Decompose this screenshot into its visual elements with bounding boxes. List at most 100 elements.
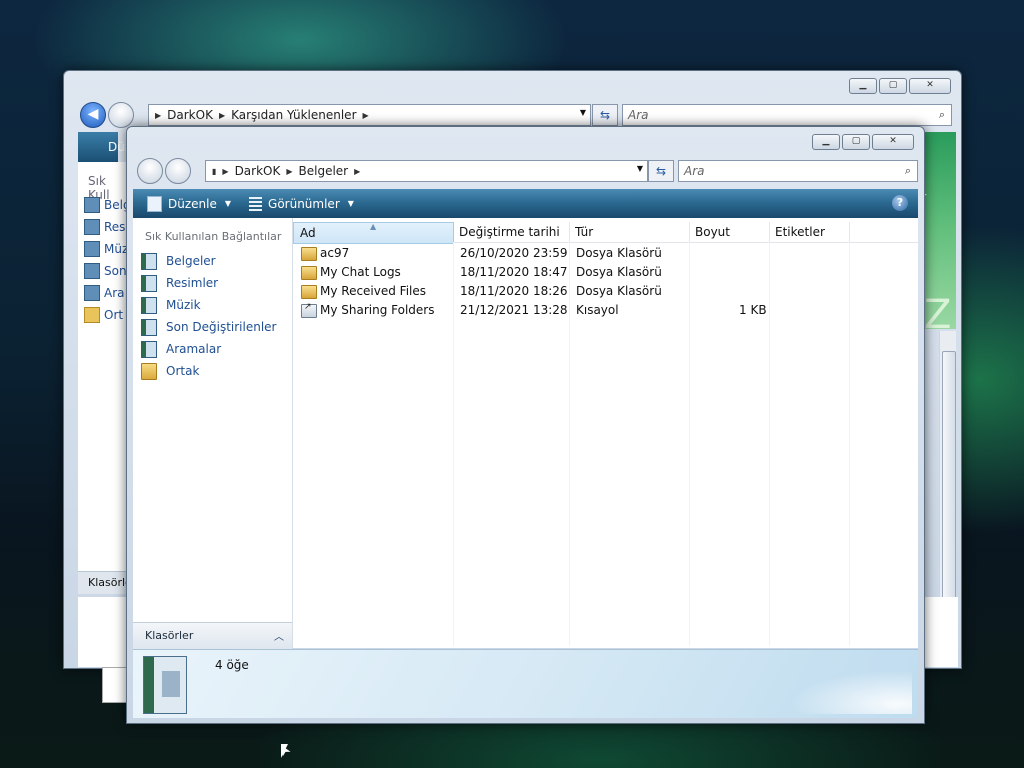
views-icon (249, 196, 263, 211)
music-icon (141, 296, 157, 314)
back-button[interactable] (137, 158, 163, 184)
breadcrumb-documents[interactable]: Belgeler (299, 164, 349, 178)
nav-item-label: Ortak (166, 364, 200, 378)
bg-nav-item-documents[interactable]: Belg (84, 197, 126, 213)
folder-icon (84, 307, 100, 323)
bg-minimize-button[interactable]: ▁ (849, 78, 877, 94)
bg-nav-label: Ort (104, 308, 124, 322)
bg-scrollbar-thumb[interactable] (942, 351, 956, 603)
file-list[interactable]: ▲ Ad Değiştirme tarihi Tür Boyut Etiketle… (293, 218, 918, 648)
close-button[interactable]: ✕ (872, 134, 914, 150)
searches-icon (141, 340, 157, 358)
file-size: 1 KB (739, 303, 767, 317)
column-header-row: ▲ Ad Değiştirme tarihi Tür Boyut Etiketle… (293, 222, 918, 244)
searches-icon (84, 285, 100, 301)
search-icon[interactable]: ⌕ (905, 164, 911, 178)
file-type: Dosya Klasörü (576, 284, 662, 298)
file-modified: 21/12/2021 13:28 (460, 303, 568, 317)
column-type[interactable]: Tür (569, 222, 690, 242)
bg-breadcrumb-darkok[interactable]: DarkOK (167, 108, 213, 122)
folders-toggle[interactable]: Klasörler ︿ (133, 622, 292, 649)
nav-item-label: Aramalar (166, 342, 222, 356)
details-pane: 4 öğe (133, 649, 918, 718)
bg-nav-item-public[interactable]: Ort (84, 307, 126, 323)
command-bar: Düzenle ▼ Görünümler ▼ ? (133, 189, 918, 218)
maximize-button[interactable]: ▢ (842, 134, 870, 150)
bg-back-button[interactable]: ◀ (80, 102, 106, 128)
column-name-label: Ad (300, 226, 316, 240)
explorer-window[interactable]: ▁ ▢ ✕ ▮ ▶ DarkOK ▶ Belgeler ▶ ▼ ⇆ Ara ⌕ … (126, 126, 925, 724)
nav-item-recent[interactable]: Son Değiştirilenler (141, 318, 276, 336)
bg-refresh-button[interactable]: ⇆ (592, 104, 618, 126)
favorite-links-header: Sık Kullanılan Bağlantılar (145, 230, 282, 243)
breadcrumb-separator-icon: ▶ (222, 166, 229, 176)
chevron-down-icon: ▼ (347, 199, 354, 208)
address-bar[interactable]: ▮ ▶ DarkOK ▶ Belgeler ▶ ▼ (205, 160, 648, 182)
bg-nav-label: Müz (104, 242, 126, 256)
column-size[interactable]: Boyut (689, 222, 770, 242)
organize-button[interactable]: Düzenle ▼ (143, 193, 235, 215)
bg-navigation-pane: Sık Kull Belg Res Müz Son Ara Ort (78, 162, 126, 592)
breadcrumb-separator-icon: ▶ (354, 166, 361, 176)
chevron-up-icon[interactable]: ︿ (274, 628, 284, 643)
shortcut-icon (301, 302, 317, 318)
nav-item-music[interactable]: Müzik (141, 296, 201, 314)
bg-nav-item-searches[interactable]: Ara (84, 285, 126, 301)
column-size-label: Boyut (695, 225, 730, 239)
file-row[interactable]: ac97 26/10/2020 23:59 Dosya Klasörü (293, 244, 918, 263)
documents-icon (141, 252, 157, 270)
breadcrumb-separator-icon: ▶ (218, 110, 226, 120)
breadcrumb-darkok[interactable]: DarkOK (235, 164, 281, 178)
column-tags[interactable]: Etiketler (769, 222, 850, 242)
nav-item-label: Belgeler (166, 254, 216, 268)
search-icon[interactable]: ⌕ (939, 108, 945, 122)
nav-item-documents[interactable]: Belgeler (141, 252, 216, 270)
bg-nav-item-music[interactable]: Müz (84, 241, 126, 257)
bg-maximize-button[interactable]: ▢ (879, 78, 907, 94)
music-icon (84, 241, 100, 257)
nav-item-pictures[interactable]: Resimler (141, 274, 218, 292)
forward-button[interactable] (165, 158, 191, 184)
folders-label: Klasörler (145, 629, 194, 642)
bg-forward-button[interactable] (108, 102, 134, 128)
bg-vertical-scrollbar[interactable] (939, 331, 956, 637)
column-modified[interactable]: Değiştirme tarihi (453, 222, 570, 242)
organize-label: Düzenle (168, 196, 217, 211)
bg-close-button[interactable]: ✕ (909, 78, 951, 94)
recent-icon (84, 263, 100, 279)
bg-nav-item-pictures[interactable]: Res (84, 219, 126, 235)
minimize-button[interactable]: ▁ (812, 134, 840, 150)
bg-breadcrumb-downloads[interactable]: Karşıdan Yüklenenler (231, 108, 356, 122)
file-modified: 26/10/2020 23:59 (460, 246, 568, 260)
bg-folders-toggle[interactable]: Klasörle (78, 571, 132, 594)
nav-item-public[interactable]: Ortak (141, 362, 199, 380)
chevron-down-icon[interactable]: ▼ (580, 108, 586, 117)
bg-nav-label: Res (104, 220, 126, 234)
file-name: ac97 (320, 246, 350, 260)
bg-toolbar: Düz (78, 132, 131, 162)
views-button[interactable]: Görünümler ▼ (245, 193, 358, 215)
bg-address-bar[interactable]: ▶ DarkOK ▶ Karşıdan Yüklenenler ▶ ▼ (148, 104, 591, 126)
caption-buttons: ▁ ▢ ✕ (812, 134, 914, 150)
bg-search-placeholder: Ara (628, 108, 649, 122)
pictures-icon (141, 274, 157, 292)
bg-nav-item-recent[interactable]: Son (84, 263, 126, 279)
bg-nav-label: Ara (104, 286, 125, 300)
folder-icon: ▮ (212, 166, 217, 176)
folder-icon (301, 266, 317, 280)
search-input[interactable]: Ara ⌕ (678, 160, 918, 182)
chevron-down-icon[interactable]: ▼ (637, 164, 643, 173)
file-name: My Sharing Folders (320, 303, 435, 317)
refresh-button[interactable]: ⇆ (648, 160, 674, 182)
file-row[interactable]: My Chat Logs 18/11/2020 18:47 Dosya Klas… (293, 263, 918, 282)
file-row[interactable]: My Received Files 18/11/2020 18:26 Dosya… (293, 282, 918, 301)
bg-search-input[interactable]: Ara ⌕ (622, 104, 952, 126)
refresh-icon: ⇆ (599, 108, 611, 122)
nav-item-searches[interactable]: Aramalar (141, 340, 221, 358)
folder-icon (301, 285, 317, 299)
column-name[interactable]: ▲ Ad (293, 222, 454, 244)
column-modified-label: Değiştirme tarihi (459, 225, 560, 239)
file-row[interactable]: My Sharing Folders 21/12/2021 13:28 Kısa… (293, 301, 918, 320)
pictures-icon (84, 219, 100, 235)
help-button[interactable]: ? (892, 195, 908, 211)
